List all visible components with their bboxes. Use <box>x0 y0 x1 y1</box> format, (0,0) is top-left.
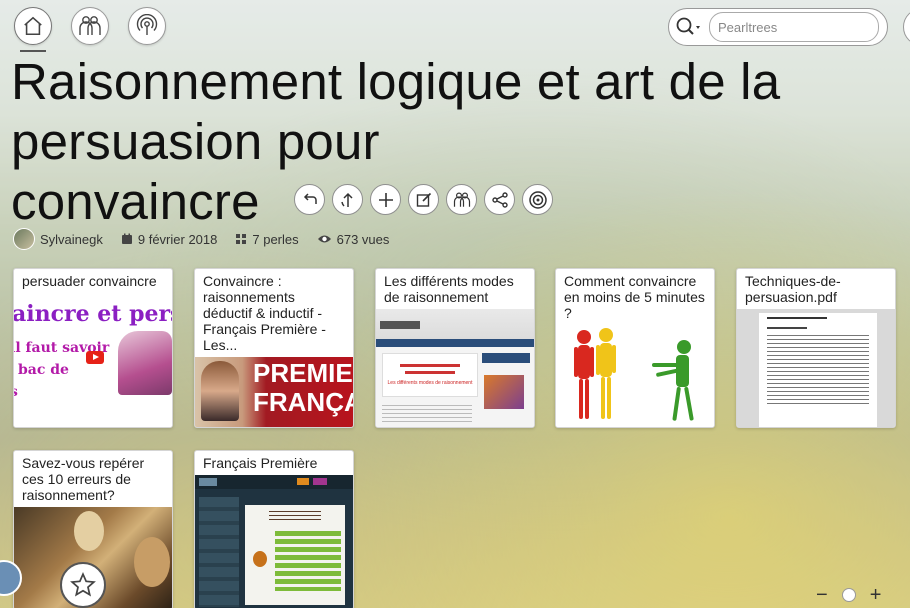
back-button[interactable] <box>294 184 326 216</box>
zoom-slider-handle[interactable] <box>841 588 856 602</box>
card-title: Comment convaincre en moins de 5 minutes… <box>564 273 705 321</box>
title-line-2: persuasion pour <box>11 113 380 170</box>
home-icon <box>24 16 42 36</box>
article-block: Les différents modes de raisonnement <box>382 353 478 397</box>
up-icon <box>340 192 353 207</box>
date-text: 9 février 2018 <box>137 231 218 247</box>
thumb-lines: il faut savoir bac de s <box>14 337 109 403</box>
person-image <box>201 361 239 421</box>
card-title: persuader convaincre <box>22 273 157 289</box>
painting-figure <box>74 511 104 551</box>
painting-figure <box>134 537 170 587</box>
youtube-icon <box>86 351 104 364</box>
pearls-info: 7 perles <box>235 231 299 247</box>
home-button[interactable] <box>14 7 52 45</box>
thumb-caption: Les différents modes de raisonnement <box>387 380 473 386</box>
team-up-button[interactable] <box>446 184 478 216</box>
zoom-in-button[interactable]: + <box>870 585 882 605</box>
pearl-card[interactable]: Convaincre : raisonnements déductif & in… <box>194 268 354 428</box>
card-thumbnail: aincre et persu il faut savoir bac de s <box>14 299 172 427</box>
date-info: 9 février 2018 <box>121 231 218 247</box>
card-thumbnail: PREMIE FRANÇA <box>195 357 353 427</box>
avatar <box>13 228 35 250</box>
add-button[interactable] <box>370 184 402 216</box>
card-thumbnail <box>195 475 353 608</box>
card-title: Convaincre : raisonnements déductif & in… <box>203 273 326 353</box>
subscribe-button[interactable] <box>522 184 554 216</box>
star-icon <box>70 572 96 597</box>
broadcast-icon <box>136 14 158 35</box>
sidebar-image <box>484 375 524 409</box>
views-info: 673 vues <box>317 231 390 247</box>
card-thumbnail: Les différents modes de raisonnement <box>376 309 534 427</box>
team-icon <box>453 192 470 207</box>
share-icon <box>491 191 508 208</box>
thumb-heading: aincre et persu <box>14 301 172 327</box>
sidebar-header <box>482 353 530 363</box>
card-title: Les différents modes de raisonnement <box>384 273 514 305</box>
author-link[interactable]: Sylvainegk <box>13 228 103 250</box>
target-icon <box>528 190 547 209</box>
person-image <box>118 331 172 395</box>
favorite-button[interactable] <box>60 562 106 608</box>
page-title: Raisonnement logique et art de la persua… <box>11 52 891 232</box>
article-block <box>245 505 345 605</box>
zoom-control: − + <box>816 585 882 605</box>
back-icon <box>303 193 317 204</box>
pearl-card[interactable]: Les différents modes de raisonnement Les… <box>375 268 535 428</box>
title-line-1: Raisonnement logique et art de la <box>11 53 781 110</box>
card-thumbnail <box>737 309 895 427</box>
calendar-icon <box>121 233 132 244</box>
add-icon <box>378 192 393 207</box>
pearl-card[interactable]: persuader convaincre aincre et persu il … <box>13 268 173 428</box>
pearls-count: 7 perles <box>252 231 299 247</box>
search-box[interactable] <box>668 8 888 46</box>
site-header <box>195 475 353 489</box>
pearl-card[interactable]: Français Première <box>194 450 354 608</box>
card-thumbnail <box>556 325 714 427</box>
views-count: 673 vues <box>336 231 390 247</box>
search-icon <box>676 17 700 35</box>
title-line-3: convaincre <box>11 173 260 230</box>
edit-icon <box>416 192 431 207</box>
site-logo <box>380 321 420 329</box>
search-input[interactable] <box>709 12 879 42</box>
site-sidebar <box>199 497 239 607</box>
pdf-page <box>759 313 877 427</box>
team-icon <box>79 16 101 35</box>
card-title: Techniques-de-persuasion.pdf <box>745 273 841 305</box>
grid-icon <box>236 234 247 244</box>
eye-icon <box>317 235 331 243</box>
title-actions <box>294 184 554 216</box>
card-title: Savez-vous repérer ces 10 erreurs de rai… <box>22 455 145 503</box>
site-nav <box>376 339 534 347</box>
pearl-card[interactable]: Comment convaincre en moins de 5 minutes… <box>555 268 715 428</box>
collection-meta: Sylvainegk 9 février 2018 7 perles 673 v… <box>13 227 389 251</box>
author-name: Sylvainegk <box>40 231 103 247</box>
edit-button[interactable] <box>408 184 440 216</box>
broadcast-button[interactable] <box>128 7 166 45</box>
thumb-heading: PREMIE FRANÇA <box>253 358 353 417</box>
card-title: Français Première <box>203 455 318 471</box>
parent-button[interactable] <box>332 184 364 216</box>
zoom-out-button[interactable]: − <box>816 585 828 605</box>
article-text <box>382 405 472 425</box>
team-button[interactable] <box>71 7 109 45</box>
share-button[interactable] <box>484 184 516 216</box>
pearl-card[interactable]: Techniques-de-persuasion.pdf <box>736 268 896 428</box>
wooden-figures-image <box>574 328 694 421</box>
thumb-line: s <box>14 381 109 403</box>
search-scope-toggle[interactable] <box>669 9 709 45</box>
